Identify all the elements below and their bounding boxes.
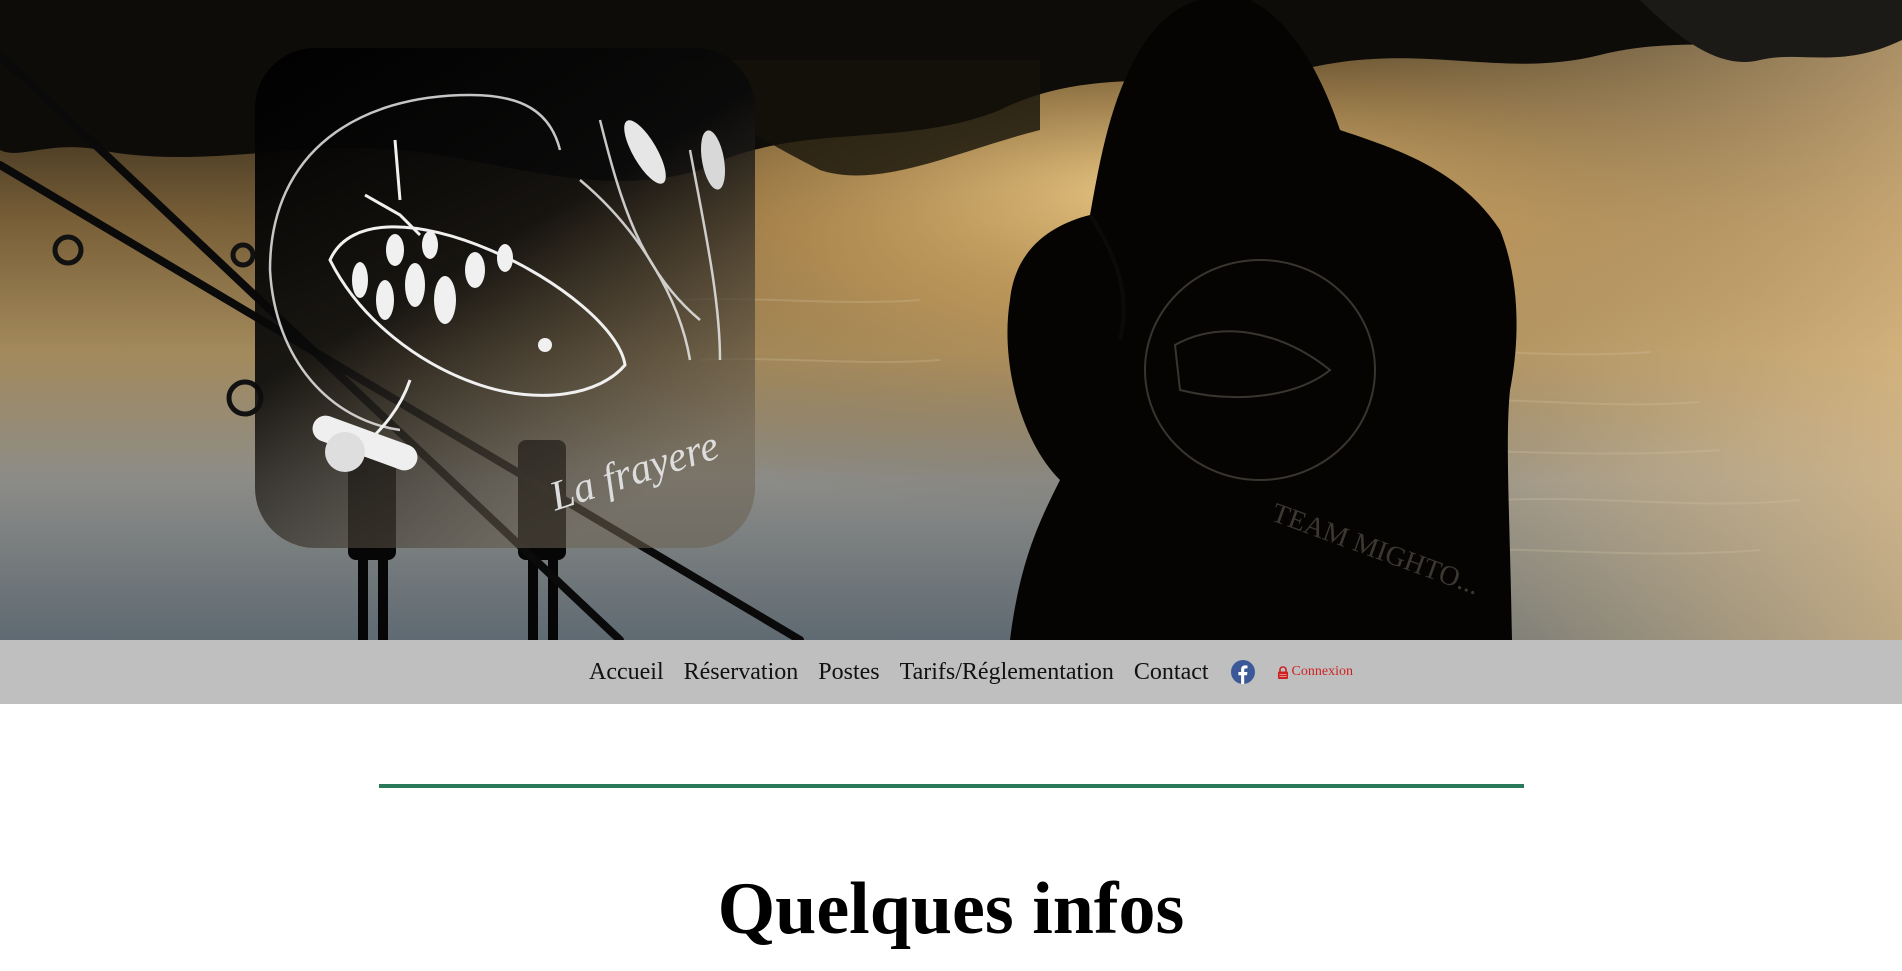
login-label: Connexion xyxy=(1291,664,1353,679)
facebook-link[interactable] xyxy=(1230,660,1255,684)
page: TEAM MIGHTO... La frayere Accueil Réserv… xyxy=(0,0,1902,971)
hero-image: TEAM MIGHTO... La frayere xyxy=(0,0,1902,640)
facebook-icon xyxy=(1230,660,1255,684)
section-divider xyxy=(379,784,1524,788)
nav-item-tarifs[interactable]: Tarifs/Réglementation xyxy=(900,659,1114,686)
lock-icon xyxy=(1277,665,1288,679)
site-logo[interactable]: La frayere xyxy=(255,48,755,548)
main-content: Quelques infos xyxy=(0,704,1902,971)
nav-item-reservation[interactable]: Réservation xyxy=(684,659,799,686)
login-link[interactable]: Connexion xyxy=(1277,664,1353,680)
section-title: Quelques infos xyxy=(717,868,1185,950)
nav-item-contact[interactable]: Contact xyxy=(1134,659,1209,686)
nav-item-postes[interactable]: Postes xyxy=(818,659,879,686)
nav-item-accueil[interactable]: Accueil xyxy=(589,659,664,686)
nav-menu: Accueil Réservation Postes Tarifs/Réglem… xyxy=(589,659,1353,686)
main-navbar: Accueil Réservation Postes Tarifs/Réglem… xyxy=(0,640,1902,704)
hero-banner: TEAM MIGHTO... La frayere xyxy=(0,0,1902,640)
